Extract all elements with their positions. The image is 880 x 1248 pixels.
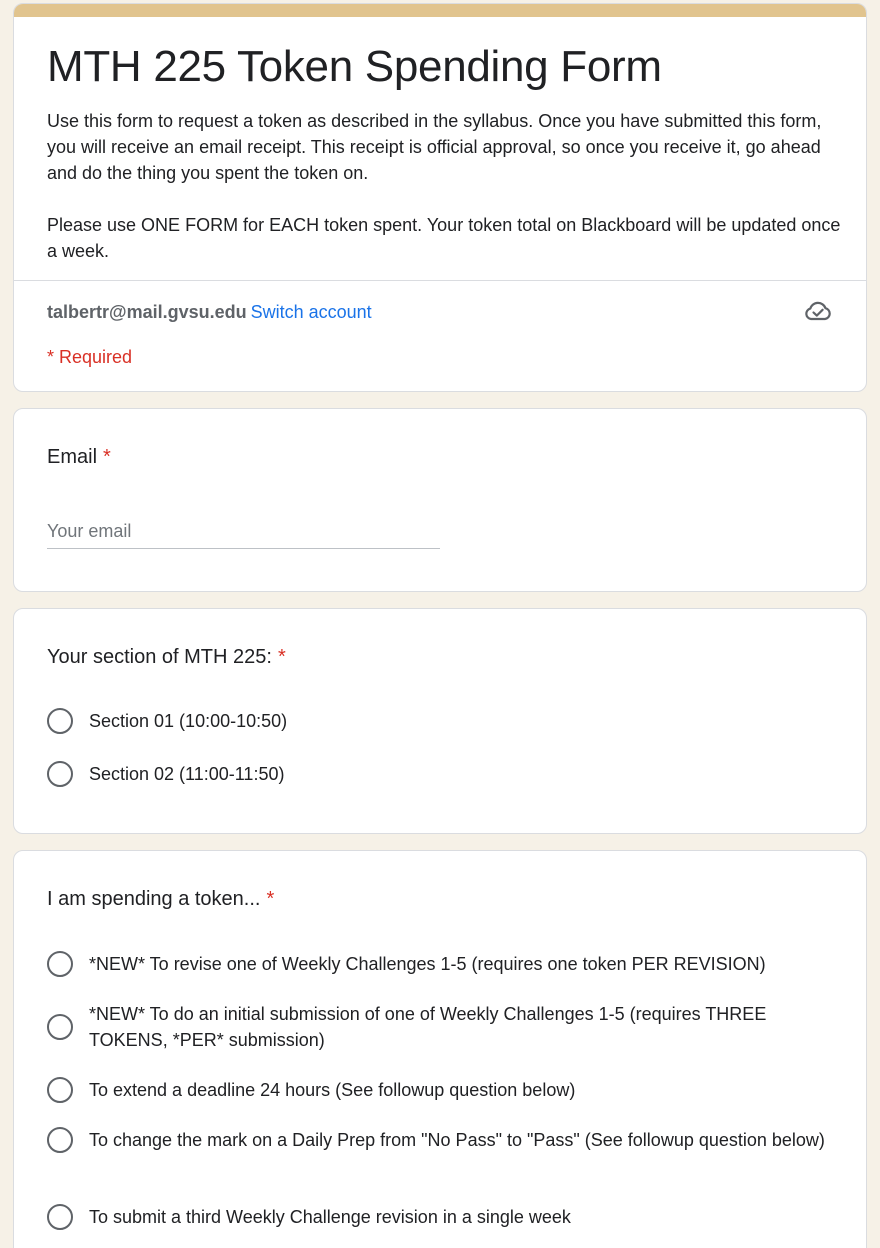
email-question-card: Email * [13, 408, 867, 592]
option-label: To change the mark on a Daily Prep from … [89, 1130, 825, 1150]
switch-account-link[interactable]: Switch account [251, 302, 372, 322]
option-label: *NEW* To do an initial submission of one… [89, 1004, 767, 1050]
cloud-check-icon [805, 301, 831, 321]
required-asterisk: * [277, 646, 286, 668]
question-label: Your section of MTH 225: [47, 646, 272, 668]
radio-option[interactable]: To change the mark on a Daily Prep from … [47, 1127, 837, 1153]
radio-option[interactable]: *NEW* To revise one of Weekly Challenges… [47, 951, 837, 977]
radio-button[interactable] [47, 1014, 73, 1040]
radio-button[interactable] [47, 1077, 73, 1103]
radio-option[interactable]: To extend a deadline 24 hours (See follo… [47, 1077, 837, 1103]
form-description: Use this form to request a token as desc… [47, 108, 847, 264]
question-label: I am spending a token... [47, 888, 261, 910]
form-title: MTH 225 Token Spending Form [47, 42, 662, 91]
form-description-paragraph: Use this form to request a token as desc… [47, 111, 822, 183]
token-question-card: I am spending a token... * *NEW* To revis… [13, 850, 867, 1248]
account-email: talbertr@mail.gvsu.edu [47, 302, 247, 322]
option-label: Section 01 (10:00-10:50) [89, 711, 288, 731]
required-asterisk: * [266, 888, 275, 910]
radio-button[interactable] [47, 1127, 73, 1153]
form-description-paragraph: Please use ONE FORM for EACH token spent… [47, 215, 841, 261]
required-asterisk: * [103, 446, 111, 468]
question-title: Your section of MTH 225: * [47, 644, 286, 670]
radio-button[interactable] [47, 1204, 73, 1230]
radio-option[interactable]: *NEW* To do an initial submission of one… [47, 1001, 837, 1053]
radio-option[interactable]: To submit a third Weekly Challenge revis… [47, 1204, 837, 1230]
account-row: talbertr@mail.gvsu.edu Switch account [47, 300, 372, 324]
question-title: Email * [47, 444, 111, 470]
radio-option[interactable]: Section 01 (10:00-10:50) [47, 708, 837, 734]
option-label: Section 02 (11:00-11:50) [89, 764, 285, 784]
option-label: *NEW* To revise one of Weekly Challenges… [89, 954, 766, 974]
form-header-card: MTH 225 Token Spending Form Use this for… [13, 3, 867, 392]
required-note: * Required [47, 347, 133, 367]
section-question-card: Your section of MTH 225: * Section 01 (10… [13, 608, 867, 834]
radio-button[interactable] [47, 708, 73, 734]
question-title: I am spending a token... * [47, 886, 274, 912]
option-label: To extend a deadline 24 hours (See follo… [89, 1080, 576, 1100]
email-field[interactable] [47, 515, 440, 549]
radio-option[interactable]: Section 02 (11:00-11:50) [47, 761, 837, 787]
header-accent-bar [14, 4, 866, 17]
header-divider [14, 280, 866, 281]
option-label: To submit a third Weekly Challenge revis… [89, 1207, 571, 1227]
radio-button[interactable] [47, 761, 73, 787]
radio-button[interactable] [47, 951, 73, 977]
question-label: Email [47, 446, 98, 468]
